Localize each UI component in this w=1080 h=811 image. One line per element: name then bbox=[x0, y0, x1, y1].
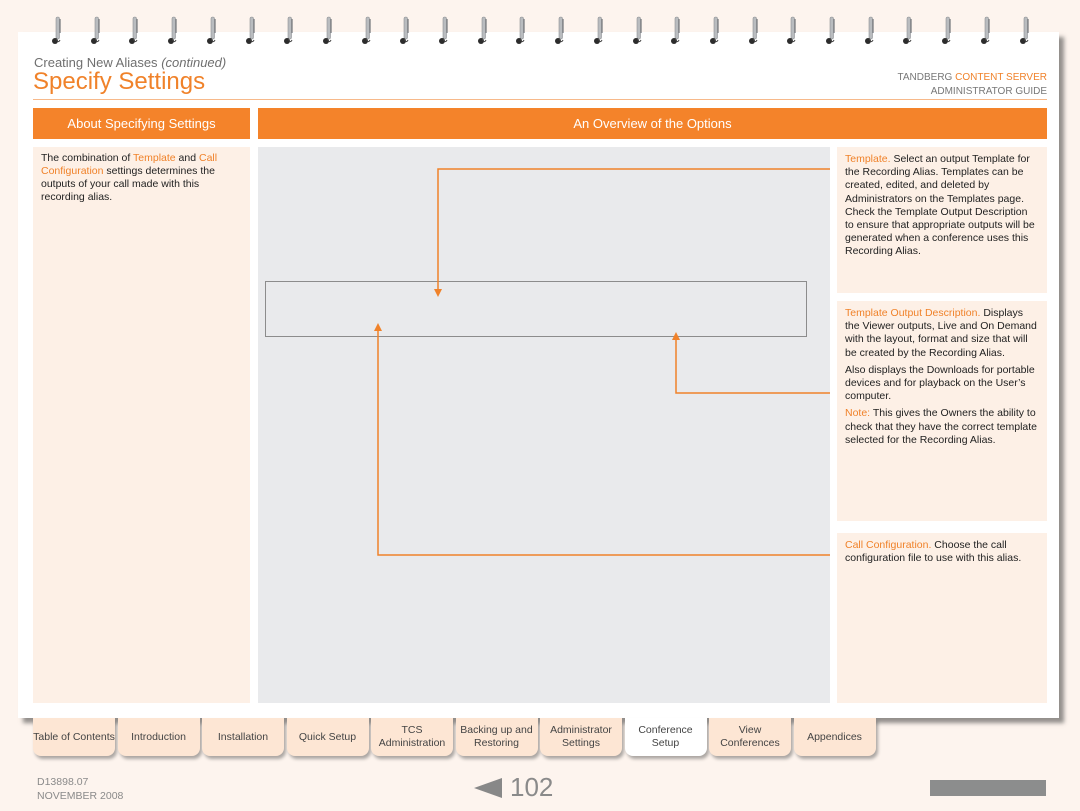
brand-block: TANDBERG CONTENT SERVER ADMINISTRATOR GU… bbox=[897, 72, 1047, 97]
template-note: Template. Select an output Template for … bbox=[837, 147, 1047, 293]
spiral-ring-icon bbox=[864, 16, 874, 44]
spiral-ring-icon bbox=[903, 16, 913, 44]
spiral-ring-icon bbox=[555, 16, 565, 44]
call-configuration-note: Call Configuration. Choose the call conf… bbox=[837, 533, 1047, 703]
tab-tcs-administration[interactable]: TCS Administration bbox=[371, 718, 453, 756]
spiral-ring-icon bbox=[400, 16, 410, 44]
output-description-note: Template Output Description. Displays th… bbox=[837, 301, 1047, 521]
spiral-ring-icon bbox=[322, 16, 332, 44]
template-link[interactable]: Template bbox=[133, 152, 176, 164]
spiral-ring-icon bbox=[593, 16, 603, 44]
next-page-bar[interactable] bbox=[930, 780, 1046, 796]
spiral-ring-icon bbox=[361, 16, 371, 44]
settings-fields-box bbox=[265, 281, 807, 337]
tab-backing-up-and-restoring[interactable]: Backing up and Restoring bbox=[455, 718, 538, 756]
tab-appendices[interactable]: Appendices bbox=[793, 718, 876, 756]
tab-administrator-settings[interactable]: Administrator Settings bbox=[540, 718, 622, 756]
tab-quick-setup[interactable]: Quick Setup bbox=[286, 718, 369, 756]
spiral-ring-icon bbox=[129, 16, 139, 44]
spiral-ring-icon bbox=[439, 16, 448, 44]
page-number: 102 bbox=[510, 772, 554, 802]
spiral-ring-icon bbox=[516, 16, 526, 44]
spiral-binding bbox=[0, 16, 1080, 52]
spiral-ring-icon bbox=[709, 16, 719, 44]
page-title: Specify Settings bbox=[33, 68, 206, 95]
chapter-tabs: Table of Contents Introduction Installat… bbox=[33, 718, 878, 758]
document-info: D13898.07 NOVEMBER 2008 bbox=[37, 776, 124, 802]
spiral-ring-icon bbox=[942, 16, 952, 44]
screenshot-placeholder bbox=[258, 147, 830, 703]
spiral-ring-icon bbox=[980, 16, 990, 44]
spiral-ring-icon bbox=[671, 16, 681, 44]
spiral-ring-icon bbox=[1019, 16, 1029, 44]
spiral-ring-icon bbox=[477, 16, 487, 44]
tab-introduction[interactable]: Introduction bbox=[117, 718, 200, 756]
previous-page-icon[interactable] bbox=[474, 777, 502, 798]
tab-installation[interactable]: Installation bbox=[202, 718, 284, 756]
spiral-ring-icon bbox=[284, 16, 294, 44]
section-header-overview: An Overview of the Options bbox=[258, 108, 1047, 139]
spiral-ring-icon bbox=[206, 16, 216, 44]
pager: 102 bbox=[474, 772, 553, 803]
spiral-ring-icon bbox=[52, 16, 61, 44]
section-header-about: About Specifying Settings bbox=[33, 108, 250, 139]
spiral-ring-icon bbox=[90, 16, 100, 44]
tab-table-of-contents[interactable]: Table of Contents bbox=[33, 718, 115, 756]
spiral-ring-icon bbox=[826, 16, 835, 44]
header-divider bbox=[33, 99, 1047, 100]
spiral-ring-icon bbox=[168, 16, 178, 44]
spiral-ring-icon bbox=[748, 16, 758, 44]
spiral-ring-icon bbox=[787, 16, 797, 44]
about-panel: The combination of Template and Call Con… bbox=[33, 147, 250, 703]
spiral-ring-icon bbox=[632, 16, 642, 44]
tab-conference-setup[interactable]: Conference Setup bbox=[624, 718, 707, 756]
spiral-ring-icon bbox=[245, 16, 255, 44]
tab-view-conferences[interactable]: View Conferences bbox=[709, 718, 791, 756]
